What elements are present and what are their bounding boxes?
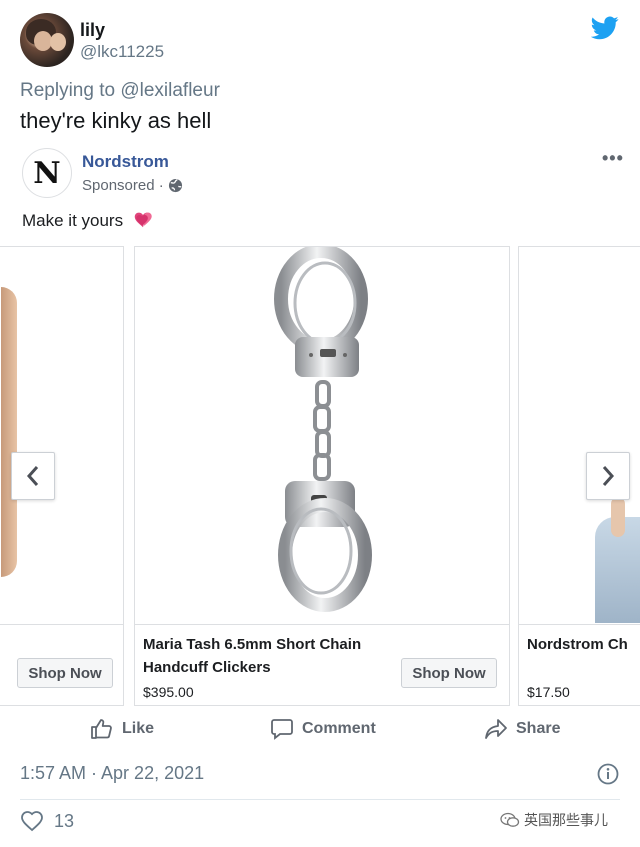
replying-prefix: Replying to (20, 80, 116, 101)
share-label: Share (516, 720, 561, 737)
user-handle[interactable]: @lkc11225 (80, 42, 164, 62)
ad-caption: Make it yours (22, 211, 124, 230)
two-hearts-icon (134, 212, 152, 228)
replying-to: Replying to @lexilafleur (20, 80, 220, 102)
shop-now-button[interactable]: Shop Now (401, 658, 497, 688)
product-image-previous[interactable] (0, 247, 123, 625)
product-title-line1[interactable]: Maria Tash 6.5mm Short Chain (143, 633, 361, 656)
chevron-left-icon (26, 466, 39, 486)
avatar-face-second (50, 33, 66, 51)
comment-bubble-icon (271, 719, 293, 740)
globe-icon (168, 178, 183, 193)
wechat-icon (500, 812, 520, 827)
product-price: $395.00 (143, 684, 194, 700)
model-hand (611, 497, 625, 537)
thumbs-up-icon (91, 719, 112, 739)
watermark: 英国那些事儿 (500, 810, 608, 830)
avatar[interactable] (20, 13, 74, 67)
comment-label: Comment (302, 720, 376, 737)
share-arrow-icon (485, 719, 507, 739)
sponsored-label: Sponsored · (82, 177, 164, 194)
info-icon[interactable] (597, 763, 619, 785)
replying-mention[interactable]: @lexilafleur (120, 80, 220, 101)
product-image-handcuff[interactable] (135, 247, 509, 625)
shop-now-button[interactable]: Shop Now (17, 658, 113, 688)
product-title-next[interactable]: Nordstrom Ch (527, 633, 628, 656)
ad-action-bar: Like Comment Share (0, 718, 640, 748)
handcuff-clickers-image (274, 247, 372, 612)
product-title-line2[interactable]: Handcuff Clickers (143, 656, 271, 679)
carousel-card-handcuff[interactable]: Maria Tash 6.5mm Short Chain Handcuff Cl… (134, 246, 510, 706)
ad-page-name[interactable]: Nordstrom (82, 152, 169, 172)
product-image-next[interactable] (519, 247, 640, 625)
like-count: 13 (54, 811, 75, 831)
share-action[interactable]: Share (484, 718, 560, 740)
chevron-right-icon (602, 466, 615, 486)
comment-action[interactable]: Comment (270, 718, 376, 740)
more-options-icon[interactable]: ••• (602, 148, 624, 169)
twitter-bird-icon[interactable] (591, 16, 619, 40)
carousel-prev-button[interactable] (11, 452, 55, 500)
nordstrom-logo[interactable]: N (22, 148, 72, 198)
model-arm (1, 287, 17, 577)
display-name[interactable]: lily (80, 20, 105, 41)
product-carousel[interactable]: Shop Now Maria Tash 6.5mm Short Chain Ha… (0, 246, 640, 708)
product-price-next: $17.50 (527, 684, 570, 700)
heart-icon[interactable] (20, 810, 44, 832)
tweet-timestamp[interactable]: 1:57 AM · Apr 22, 2021 (20, 763, 204, 784)
carousel-next-button[interactable] (586, 452, 630, 500)
like-action[interactable]: Like (90, 718, 154, 740)
divider (20, 799, 620, 800)
tweet-text: they're kinky as hell (20, 108, 212, 133)
watermark-text: 英国那些事儿 (524, 812, 608, 828)
like-label: Like (122, 720, 155, 737)
